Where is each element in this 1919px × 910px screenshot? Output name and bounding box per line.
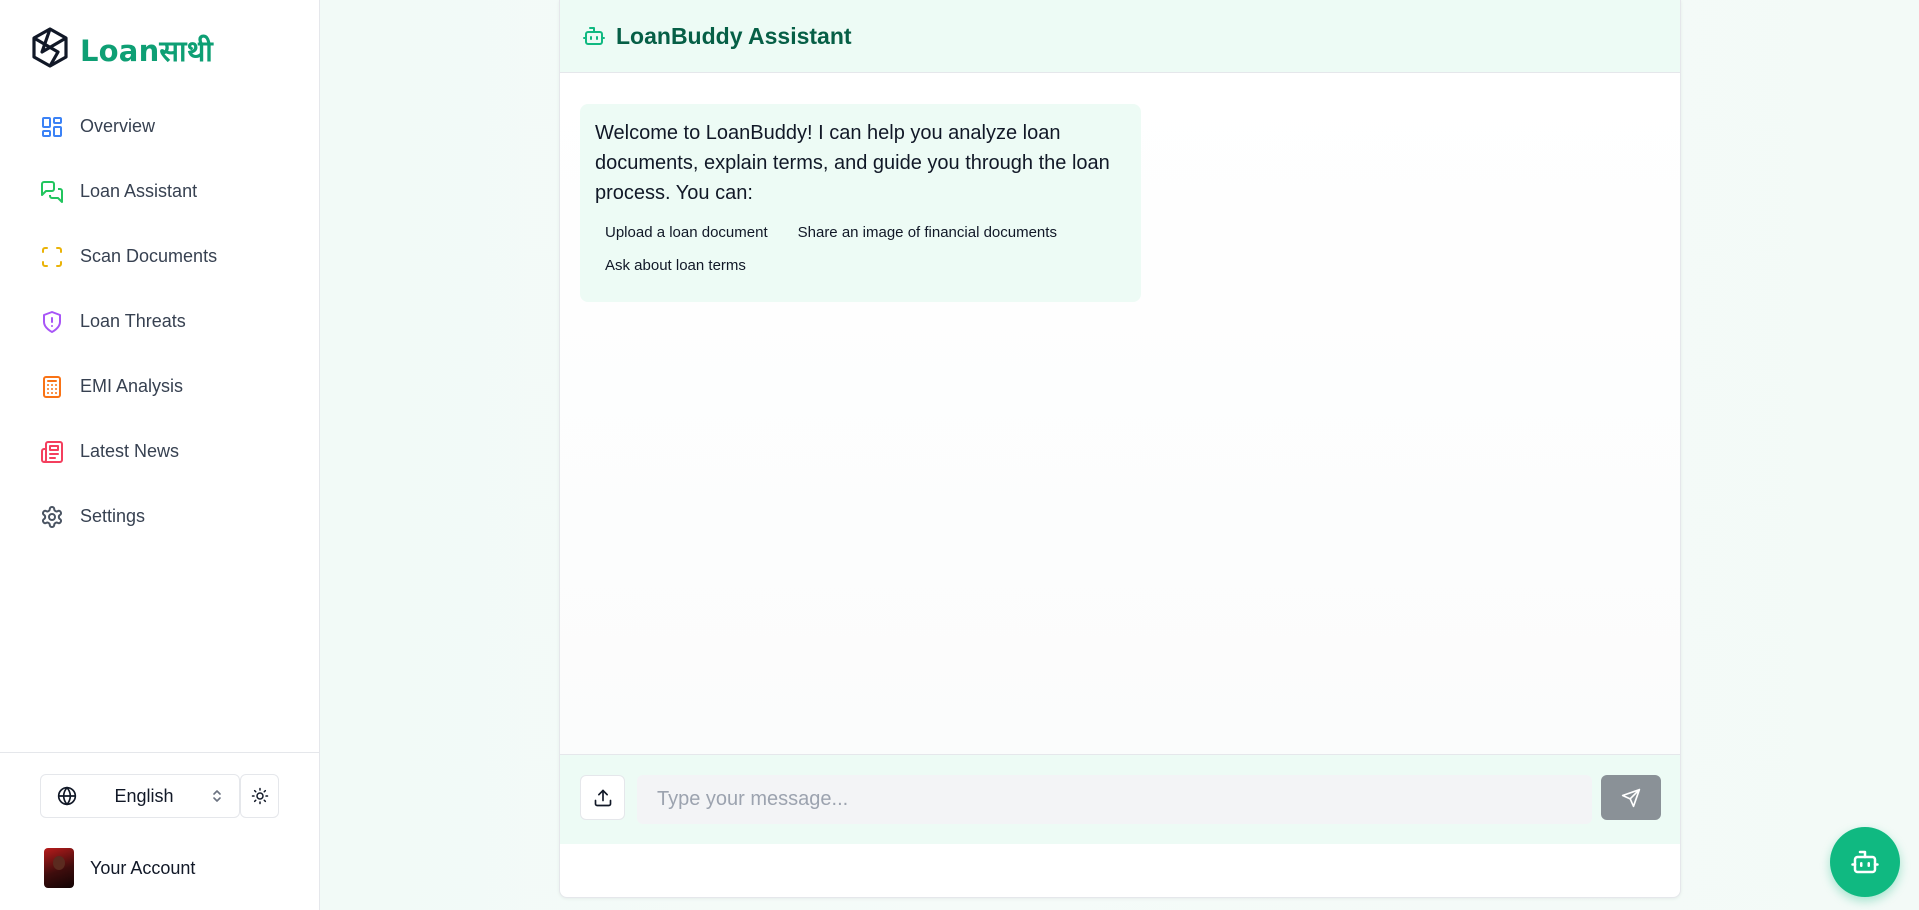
suggestion-list: Upload a loan document Share an image of… (595, 216, 1127, 282)
language-value: English (114, 785, 174, 806)
sun-icon (251, 787, 268, 805)
sidebar-item-label: Scan Documents (80, 246, 218, 266)
message-input[interactable] (637, 775, 1592, 824)
sidebar-item-label: Loan Assistant (80, 181, 198, 201)
message-text: Welcome to LoanBuddy! I can help you ana… (595, 122, 1110, 204)
logo-icon (30, 26, 70, 75)
sidebar-item-label: Latest News (80, 441, 180, 461)
dashboard-icon (40, 115, 64, 139)
sidebar-item-label: Overview (80, 116, 156, 136)
sidebar-item-label: Settings (80, 506, 146, 526)
sidebar-item-settings[interactable]: Settings (0, 484, 320, 549)
suggestion-upload-document[interactable]: Upload a loan document (595, 216, 778, 249)
message-list[interactable]: Welcome to LoanBuddy! I can help you ana… (560, 73, 1680, 754)
brand[interactable]: Loanसाथी (30, 26, 213, 75)
sidebar-item-scan-documents[interactable]: Scan Documents (0, 224, 320, 289)
suggestion-ask-terms[interactable]: Ask about loan terms (595, 249, 756, 282)
sidebar-item-loan-threats[interactable]: Loan Threats (0, 289, 320, 354)
chat-panel: LoanBuddy Assistant Welcome to LoanBuddy… (559, 0, 1681, 898)
send-icon (1621, 788, 1641, 807)
scan-icon (40, 245, 64, 269)
send-button[interactable] (1601, 775, 1661, 820)
account-menu[interactable]: Your Account (44, 848, 195, 888)
account-label: Your Account (90, 857, 196, 878)
brand-name: Loanसाथी (80, 34, 213, 68)
shield-alert-icon (40, 310, 64, 334)
sidebar: Loanसाथी Overview Loan Assistant Scan Do… (0, 0, 320, 910)
sidebar-footer: English Your Account (0, 752, 320, 910)
chat-title: LoanBuddy Assistant (616, 22, 852, 49)
language-select[interactable]: English (40, 774, 240, 818)
suggestion-share-image[interactable]: Share an image of financial documents (788, 216, 1067, 249)
composer (560, 754, 1680, 844)
upload-button[interactable] (580, 775, 625, 820)
calculator-icon (40, 375, 64, 399)
sidebar-item-latest-news[interactable]: Latest News (0, 419, 320, 484)
chat-bubbles-icon (40, 180, 64, 204)
upload-icon (594, 789, 611, 806)
sidebar-nav: Overview Loan Assistant Scan Documents L… (0, 94, 320, 549)
chatbot-fab-button[interactable] (1830, 827, 1900, 897)
sidebar-item-label: EMI Analysis (80, 376, 184, 396)
sidebar-item-emi-analysis[interactable]: EMI Analysis (0, 354, 320, 419)
sidebar-item-label: Loan Threats (80, 311, 186, 331)
globe-icon (57, 786, 77, 806)
sidebar-item-overview[interactable]: Overview (0, 94, 320, 159)
theme-toggle-button[interactable] (240, 774, 279, 818)
chat-header: LoanBuddy Assistant (560, 0, 1680, 73)
newspaper-icon (40, 440, 64, 464)
avatar (44, 848, 74, 888)
gear-icon (40, 505, 64, 529)
chevron-up-down-icon (213, 790, 221, 802)
assistant-message: Welcome to LoanBuddy! I can help you ana… (580, 104, 1141, 302)
sidebar-item-loan-assistant[interactable]: Loan Assistant (0, 159, 320, 224)
bot-icon (583, 27, 605, 45)
bot-icon (1851, 850, 1879, 874)
